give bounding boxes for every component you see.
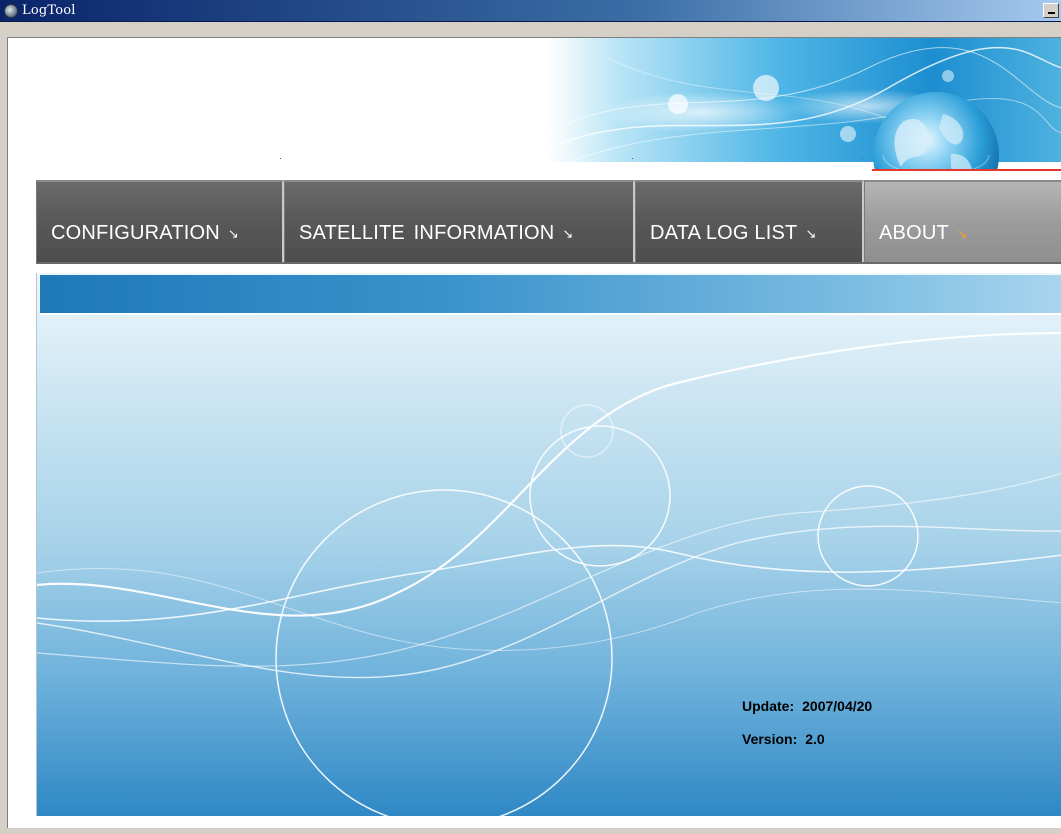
corner-arrow-icon: ↘ bbox=[227, 226, 239, 241]
nav-label: CONFIGURATION bbox=[51, 222, 220, 244]
separator-dot bbox=[632, 158, 633, 159]
update-label: Update: bbox=[742, 698, 795, 714]
about-panel: Update: 2007/04/20 Version: 2.0 bbox=[36, 273, 1061, 816]
nav-data-log-list[interactable]: DATA LOG LIST ↘ bbox=[635, 180, 864, 262]
nav-about[interactable]: ABOUT ↘ bbox=[864, 180, 1061, 262]
update-value: 2007/04/20 bbox=[802, 698, 873, 714]
version-value: 2.0 bbox=[805, 731, 825, 747]
header-banner bbox=[8, 38, 1061, 171]
app-icon bbox=[4, 4, 18, 18]
corner-arrow-icon: ↘ bbox=[956, 226, 968, 241]
version-label: Version: bbox=[742, 731, 798, 747]
window-title: LogTool bbox=[22, 3, 76, 18]
accent-divider bbox=[872, 169, 1061, 171]
corner-arrow-icon: ↘ bbox=[805, 226, 817, 241]
nav-underline bbox=[36, 262, 1061, 264]
update-info: Update: 2007/04/20 bbox=[742, 698, 872, 714]
corner-arrow-icon: ↘ bbox=[562, 226, 574, 241]
minimize-button[interactable] bbox=[1043, 3, 1059, 18]
window-client-area: CONFIGURATION ↘ SATELLITE INFORMATION ↘ DA… bbox=[7, 37, 1061, 828]
separator-dot bbox=[862, 158, 863, 159]
nav-label: SATELLITE INFORMATION bbox=[299, 222, 555, 244]
version-info: Version: 2.0 bbox=[742, 731, 825, 747]
nav-label: ABOUT bbox=[879, 222, 949, 244]
title-bar[interactable]: LogTool bbox=[0, 0, 1061, 22]
separator-dot bbox=[280, 158, 281, 159]
nav-satellite-information[interactable]: SATELLITE INFORMATION ↘ bbox=[284, 180, 635, 262]
panel-background-art bbox=[37, 331, 1061, 816]
nav-label: DATA LOG LIST bbox=[650, 222, 798, 244]
main-nav: CONFIGURATION ↘ SATELLITE INFORMATION ↘ DA… bbox=[36, 180, 1061, 262]
nav-configuration[interactable]: CONFIGURATION ↘ bbox=[36, 180, 284, 262]
